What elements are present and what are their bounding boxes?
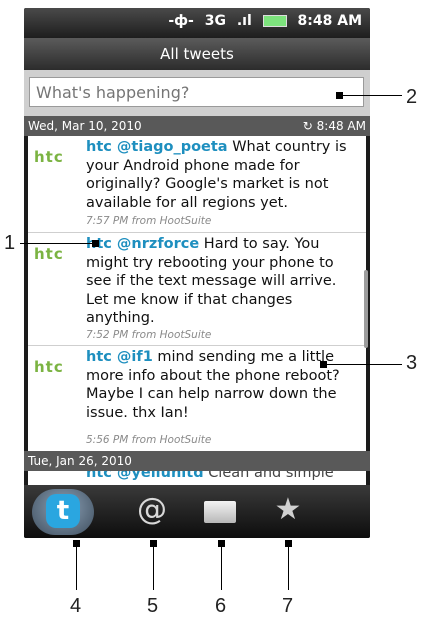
callout-5: 5 [147, 595, 159, 617]
callout-dot [336, 92, 343, 99]
callout-2: 2 [406, 86, 418, 108]
tab-mentions[interactable]: @ [121, 489, 183, 535]
twitter-icon: t [46, 494, 80, 528]
tab-messages[interactable] [190, 489, 252, 535]
tweet-item[interactable]: htc @yellunltd Clean and simple [28, 471, 366, 485]
network-type: 3G [204, 13, 226, 29]
callout-line [20, 243, 94, 244]
at-icon: @ [137, 492, 167, 527]
status-bar: -ф- 3G .ıl 8:48 AM [24, 8, 370, 38]
mail-icon [204, 501, 236, 523]
htc-logo-icon: htc [34, 358, 64, 376]
battery-icon [262, 15, 287, 27]
date-header: Wed, Mar 10, 2010 ↻ 8:48 AM [24, 116, 370, 136]
tweet-meta: 7:52 PM from HootSuite [86, 329, 212, 341]
tweet-item[interactable]: htc htc @tiago_poeta What country is you… [28, 136, 366, 233]
refresh-icon: ↻ [302, 119, 313, 133]
callout-7: 7 [282, 595, 294, 617]
tweet-item[interactable]: htc htc @if1 mind sending me a little mo… [28, 346, 366, 452]
callout-4: 4 [70, 595, 82, 617]
compose-bar [24, 70, 370, 116]
callout-dot [92, 240, 99, 247]
htc-logo-icon: htc [34, 148, 64, 166]
callout-3: 3 [406, 352, 418, 374]
phone-screen: -ф- 3G .ıl 8:48 AM All tweets Wed, Mar 1… [24, 8, 370, 538]
tweet-list: htc htc @tiago_poeta What country is you… [28, 136, 366, 452]
callout-1: 1 [4, 232, 16, 254]
tweet-meta: 5:56 PM from HootSuite [86, 434, 212, 446]
vibrate-icon: -ф- [168, 13, 194, 29]
tweet-item[interactable]: htc htc @nrzforce Hard to say. You might… [28, 233, 366, 346]
tab-favorites[interactable]: ★ [257, 489, 319, 535]
refresh-time[interactable]: ↻ 8:48 AM [303, 116, 366, 136]
page-title: All tweets [24, 38, 370, 70]
tab-bar: t @ ★ [24, 485, 370, 538]
star-icon: ★ [274, 492, 302, 527]
tweet-meta: 7:57 PM from HootSuite [86, 215, 212, 227]
compose-input[interactable] [29, 77, 364, 107]
status-time: 8:48 AM [297, 13, 362, 29]
tab-twitter[interactable]: t [32, 489, 94, 535]
date-header: Tue, Jan 26, 2010 [24, 451, 370, 471]
callout-line [288, 540, 289, 590]
callout-line [338, 95, 402, 96]
scrollbar[interactable] [364, 270, 368, 348]
callout-dot [320, 361, 327, 368]
htc-logo-icon: htc [34, 245, 64, 263]
callout-line [322, 364, 402, 365]
tweet-author[interactable]: htc @tiago_poeta [86, 139, 228, 155]
callout-line [221, 540, 222, 590]
callout-6: 6 [215, 595, 227, 617]
callout-line [76, 540, 77, 590]
tweet-author[interactable]: htc @nrzforce [86, 236, 199, 252]
signal-icon: .ıl [236, 13, 252, 29]
callout-line [153, 540, 154, 590]
tweet-author[interactable]: htc @if1 [86, 349, 153, 365]
